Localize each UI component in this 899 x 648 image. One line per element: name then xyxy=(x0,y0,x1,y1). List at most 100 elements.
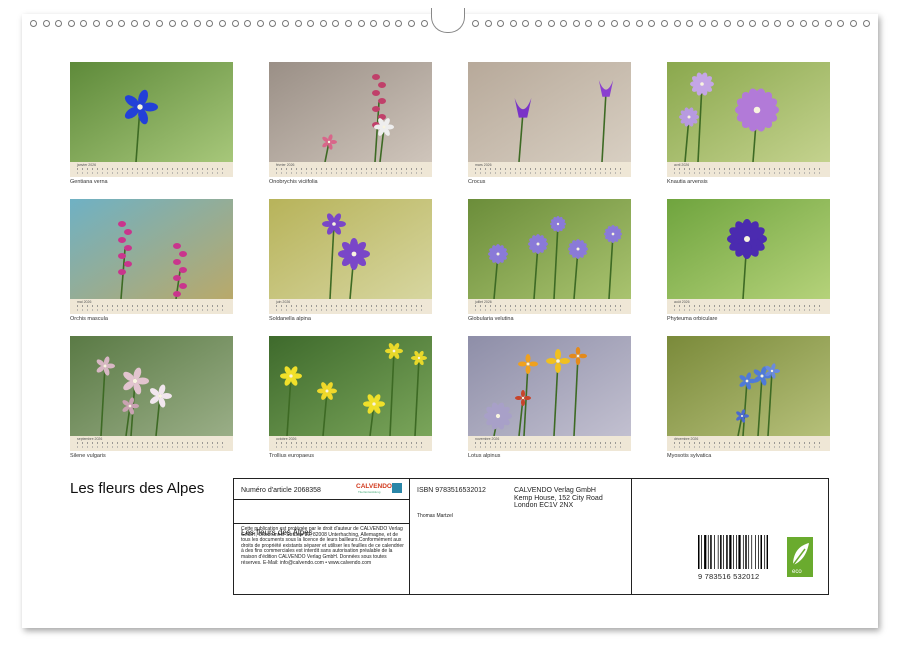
flower-photo xyxy=(667,336,830,436)
month-calendar-strip: décembre 2026 xyxy=(667,436,830,451)
binding-ring xyxy=(724,20,731,27)
binding-ring xyxy=(673,20,681,27)
binding-ring xyxy=(698,20,706,27)
barcode xyxy=(698,535,768,569)
binding-ring xyxy=(774,20,782,27)
flower-photo xyxy=(70,199,233,299)
binding-ring xyxy=(67,20,75,27)
flower-caption: Soldanella alpina xyxy=(269,316,311,322)
month-name: août 2026 xyxy=(674,300,690,304)
month-weekdays xyxy=(475,172,625,174)
binding-ring xyxy=(181,20,189,27)
binding-ring xyxy=(560,20,568,27)
month-calendar-strip: février 2026 xyxy=(269,162,432,177)
flower-photo xyxy=(70,336,233,436)
binding-ring xyxy=(509,20,517,27)
month-name: mai 2026 xyxy=(77,300,92,304)
binding-ring xyxy=(80,20,88,27)
flower-caption: Globularia velutina xyxy=(468,316,514,322)
binding-ring xyxy=(93,20,100,27)
binding-ring xyxy=(547,20,555,27)
publisher-line: Kemp House, 152 City Road xyxy=(514,494,603,502)
isbn: ISBN 9783516532012 xyxy=(417,487,486,494)
binding-ring xyxy=(256,20,264,27)
binding-ring xyxy=(711,20,719,27)
binding-ring xyxy=(395,20,403,27)
binding-ring xyxy=(193,20,201,27)
calvendo-logo-sub: Titel Entwicklung xyxy=(358,490,381,494)
month-name: juin 2026 xyxy=(276,300,291,304)
binding-ring xyxy=(635,20,643,27)
binding-ring xyxy=(231,20,239,27)
binding-ring xyxy=(168,20,176,27)
binding-ring xyxy=(332,20,340,27)
binding-ring xyxy=(787,20,794,27)
month-weekdays xyxy=(77,446,227,448)
month-calendar-strip: septembre 2026 xyxy=(70,436,233,451)
article-row: Numéro d'article 2068358 CALVENDO Titel … xyxy=(234,479,410,500)
calvendo-logo: CALVENDO xyxy=(356,483,392,490)
month-name: janvier 2026 xyxy=(77,163,97,167)
month-name: novembre 2026 xyxy=(475,437,500,441)
binding-ring xyxy=(610,20,618,27)
author: Thomas Martzel xyxy=(417,513,453,519)
binding-ring xyxy=(812,20,820,27)
binding-ring xyxy=(118,20,126,27)
month-weekdays xyxy=(674,172,824,174)
binding-ring xyxy=(824,20,832,27)
binding-ring xyxy=(357,20,365,27)
binding-ring xyxy=(294,20,302,27)
flower-caption: Silene vulgaris xyxy=(70,453,106,459)
publisher-line: CALVENDO Verlag GmbH xyxy=(514,487,596,494)
flower-caption: Lotus alpinus xyxy=(468,453,501,459)
binding-ring xyxy=(130,20,138,27)
flower-photo xyxy=(468,199,631,299)
flower-photo xyxy=(70,62,233,162)
month-name: février 2026 xyxy=(276,163,295,167)
binding-ring xyxy=(799,20,807,27)
month-calendar-strip: mai 2026 xyxy=(70,299,233,314)
eco-label: eco xyxy=(792,569,802,575)
binding-ring xyxy=(623,20,631,27)
publisher-address: CALVENDO Verlag GmbH Kemp House, 152 Cit… xyxy=(514,487,629,510)
month-calendar-strip: août 2026 xyxy=(667,299,830,314)
binding-ring xyxy=(862,20,870,27)
month-name: juillet 2026 xyxy=(475,300,492,304)
binding-ring xyxy=(30,20,37,27)
month-weekdays xyxy=(276,446,426,448)
flower-caption: Onobrychis viciifolia xyxy=(269,179,318,185)
month-weekdays xyxy=(475,309,625,311)
article-number: Numéro d'article 2068358 xyxy=(241,487,321,494)
flower-photo xyxy=(269,336,432,436)
legal-notice: Cette publication est protégée par le dr… xyxy=(241,526,404,566)
binding-ring xyxy=(282,20,289,27)
calendar-title: Les fleurs des Alpes xyxy=(70,480,205,497)
info-box: Numéro d'article 2068358 CALVENDO Titel … xyxy=(233,478,829,595)
month-name: octobre 2026 xyxy=(276,437,297,441)
binding-ring xyxy=(585,20,593,27)
month-calendar-strip: janvier 2026 xyxy=(70,162,233,177)
month-calendar-strip: juillet 2026 xyxy=(468,299,631,314)
binding-ring xyxy=(497,20,505,27)
binding-ring xyxy=(686,20,694,27)
flower-photo xyxy=(468,62,631,162)
month-weekdays xyxy=(674,446,824,448)
binding-ring xyxy=(370,20,378,27)
info-left: Numéro d'article 2068358 CALVENDO Titel … xyxy=(234,479,410,594)
month-calendar-strip: mars 2026 xyxy=(468,162,631,177)
binding-ring xyxy=(420,20,428,27)
binding-ring xyxy=(244,20,252,27)
binding-ring xyxy=(749,20,757,27)
flower-caption: Gentiana verna xyxy=(70,179,108,185)
info-right: 9 783516 532012 eco xyxy=(632,479,828,594)
month-weekdays xyxy=(77,172,227,174)
binding-ring xyxy=(408,20,415,27)
calvendo-logo-icon xyxy=(392,483,402,493)
binding-ring xyxy=(736,20,744,27)
month-weekdays xyxy=(475,446,625,448)
binding-ring xyxy=(572,20,580,27)
binding-ring xyxy=(219,20,226,27)
binding-ring xyxy=(472,20,479,27)
month-name: mars 2026 xyxy=(475,163,492,167)
flower-photo xyxy=(667,62,830,162)
